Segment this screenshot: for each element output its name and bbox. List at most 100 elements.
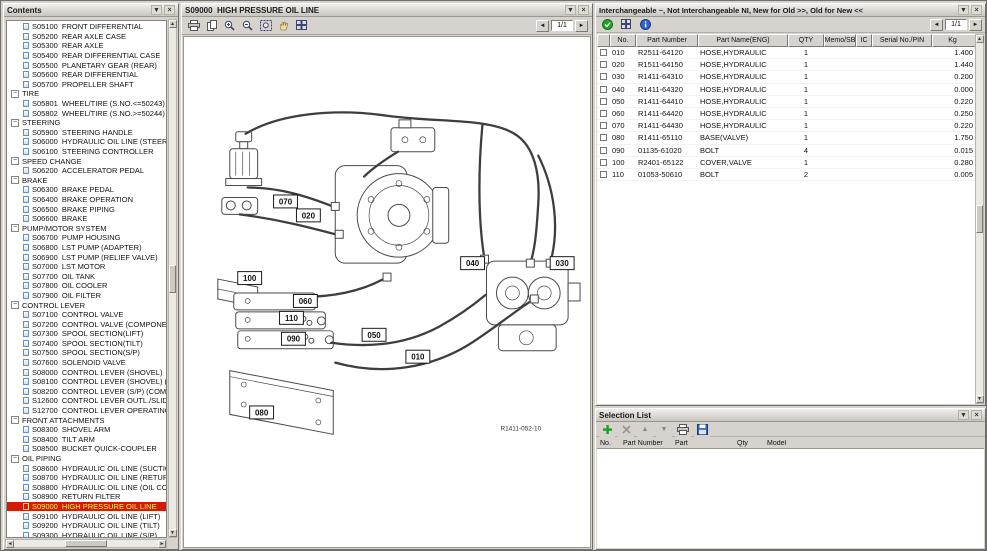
printer-icon[interactable] (675, 422, 691, 437)
scroll-right-icon[interactable]: ► (158, 540, 166, 548)
tree-item-s08500[interactable]: S08500BUCKET QUICK-COUPLER (7, 444, 166, 454)
tree-item-s05900[interactable]: S05900STEERING HANDLE (7, 128, 166, 138)
callout-020[interactable]: 020 (296, 209, 320, 222)
tree-item-s06700[interactable]: S06700PUMP HOUSING (7, 233, 166, 243)
tree-item-s08300[interactable]: S08300SHOVEL ARM (7, 425, 166, 435)
pin-icon[interactable]: ▼ (958, 5, 969, 15)
scroll-down-icon[interactable]: ▼ (169, 529, 177, 537)
tree-item-s09200[interactable]: S09200HYDRAULIC OIL LINE (TILT) (7, 521, 166, 531)
tree-item-s12700[interactable]: S12700CONTROL LEVER OPERATING (7, 406, 166, 416)
tree-item-s07800[interactable]: S07800OIL COOLER (7, 281, 166, 291)
tree-item-s06200[interactable]: S06200ACCELERATOR PEDAL (7, 166, 166, 176)
row-checkbox[interactable] (600, 49, 607, 56)
close-icon[interactable]: × (578, 5, 589, 15)
zoom-out-icon[interactable] (240, 18, 256, 33)
tree-item-s05600[interactable]: S05600REAR DIFFERENTIAL (7, 70, 166, 80)
close-icon[interactable]: × (971, 410, 982, 420)
scroll-up-icon[interactable]: ▲ (976, 35, 984, 43)
scroll-thumb[interactable] (976, 205, 983, 233)
prev-page-icon[interactable]: ◄ (930, 19, 943, 31)
tree-item-s06800[interactable]: S06800LST PUMP (ADAPTER) (7, 243, 166, 253)
collapse-icon[interactable]: − (11, 176, 19, 184)
parts-row-100[interactable]: 100R2401-65122COVER,VALVE10.280 (597, 157, 975, 169)
parts-row-080[interactable]: 080R1411-65110BASE(VALVE)11.750 (597, 132, 975, 144)
parts-vertical-scrollbar[interactable]: ▲ ▼ (975, 34, 984, 404)
tree-item-s07000[interactable]: S07000LST MOTOR (7, 262, 166, 272)
tree-item-s08100[interactable]: S08100CONTROL LEVER (SHOVEL) (CO (7, 377, 166, 387)
tree-item-s09100[interactable]: S09100HYDRAULIC OIL LINE (LIFT) (7, 511, 166, 521)
move-up-icon[interactable]: ▲ (637, 422, 653, 437)
parts-row-030[interactable]: 030R1411-64310HOSE,HYDRAULIC10.200 (597, 71, 975, 83)
scroll-thumb[interactable] (65, 540, 107, 547)
callout-100[interactable]: 100 (238, 272, 262, 285)
scroll-left-icon[interactable]: ◄ (6, 540, 14, 548)
tree-item-s07700[interactable]: S07700OIL TANK (7, 271, 166, 281)
collapse-icon[interactable]: − (11, 157, 19, 165)
parts-row-020[interactable]: 020R1511-64150HOSE,HYDRAULIC11.440 (597, 59, 975, 71)
collapse-icon[interactable]: − (11, 90, 19, 98)
parts-row-040[interactable]: 040R1411-64320HOSE,HYDRAULIC10.000 (597, 84, 975, 96)
tree-item-s05500[interactable]: S05500PLANETARY GEAR (REAR) (7, 60, 166, 70)
parts-row-070[interactable]: 070R1411-64430HOSE,HYDRAULIC10.220 (597, 120, 975, 132)
pin-icon[interactable]: ▼ (565, 5, 576, 15)
callout-050[interactable]: 050 (362, 328, 386, 341)
save-icon[interactable] (694, 422, 710, 437)
tree-item-s08900[interactable]: S08900RETURN FILTER (7, 492, 166, 502)
tree-item-s05100[interactable]: S05100FRONT DIFFERENTIAL (7, 22, 166, 32)
parts-col-ic[interactable]: IC (856, 34, 872, 47)
pin-icon[interactable]: ▼ (958, 410, 969, 420)
parts-col-kg[interactable]: Kg (932, 34, 977, 47)
parts-col-part-name[interactable]: Part Name(ENG) (698, 34, 788, 47)
callout-060[interactable]: 060 (293, 294, 317, 307)
callout-010[interactable]: 010 (406, 350, 430, 363)
callout-110[interactable]: 110 (280, 311, 304, 324)
tree-item-s06500[interactable]: S06500BRAKE PIPING (7, 204, 166, 214)
tree-group-steering[interactable]: −STEERING (7, 118, 166, 128)
parts-col-part-number[interactable]: Part Number (636, 34, 698, 47)
pan-icon[interactable] (276, 18, 292, 33)
tree-item-s08000[interactable]: S08000CONTROL LEVER (SHOVEL) (7, 367, 166, 377)
tree-group-oil-piping[interactable]: −OIL PIPING (7, 454, 166, 464)
row-checkbox[interactable] (600, 86, 607, 93)
tree-group-control-lever[interactable]: −CONTROL LEVER (7, 300, 166, 310)
chevron-down-icon[interactable]: ▼ (151, 5, 162, 15)
parts-col-qty[interactable]: QTY (788, 34, 824, 47)
tree-item-s05300[interactable]: S05300REAR AXLE (7, 41, 166, 51)
scroll-thumb[interactable] (169, 265, 176, 293)
tree-item-s05801[interactable]: S05801WHEEL/TIRE (S.NO.<=50243) (7, 99, 166, 109)
row-checkbox[interactable] (600, 134, 607, 141)
tree-item-s09300[interactable]: S09300HYDRAULIC OIL LINE (S/P) (7, 530, 166, 538)
tree-item-s08800[interactable]: S08800HYDRAULIC OIL LINE (OIL COOL (7, 483, 166, 493)
callout-030[interactable]: 030 (550, 257, 574, 270)
selection-col-part[interactable]: Part (675, 440, 737, 447)
collapse-icon[interactable]: − (11, 301, 19, 309)
tree-item-s07900[interactable]: S07900OIL FILTER (7, 291, 166, 301)
diagram-canvas[interactable]: R1411-052-10 070020100060110090080040030… (183, 36, 591, 548)
scroll-down-icon[interactable]: ▼ (976, 395, 984, 403)
tree-item-s07400[interactable]: S07400SPOOL SECTION(TILT) (7, 339, 166, 349)
parts-row-110[interactable]: 11001053-50610BOLT20.005 (597, 169, 975, 181)
tree-vertical-scrollbar[interactable]: ▲ ▼ (168, 19, 177, 538)
parts-col-serial[interactable]: Serial No./PIN (872, 34, 932, 47)
collapse-icon[interactable]: − (11, 224, 19, 232)
close-icon[interactable]: × (971, 5, 982, 15)
tree-item-s07100[interactable]: S07100CONTROL VALVE (7, 310, 166, 320)
grid-icon[interactable] (294, 18, 310, 33)
scroll-up-icon[interactable]: ▲ (169, 20, 177, 28)
tree-horizontal-scrollbar[interactable]: ◄ ► (5, 539, 167, 548)
tree-item-s06600[interactable]: S06600BRAKE (7, 214, 166, 224)
tree-item-s05802[interactable]: S05802WHEEL/TIRE (S.NO.>=50244) (7, 108, 166, 118)
row-checkbox[interactable] (600, 159, 607, 166)
tree-group-pump-motor-system[interactable]: −PUMP/MOTOR SYSTEM (7, 223, 166, 233)
tree-item-s05200[interactable]: S05200REAR AXLE CASE (7, 32, 166, 42)
zoom-fit-icon[interactable] (258, 18, 274, 33)
callout-070[interactable]: 070 (274, 195, 298, 208)
collapse-icon[interactable]: − (11, 416, 19, 424)
parts-row-060[interactable]: 060R1411-64420HOSE,HYDRAULIC10.250 (597, 108, 975, 120)
tree-item-s07300[interactable]: S07300SPOOL SECTION(LIFT) (7, 329, 166, 339)
row-checkbox[interactable] (600, 73, 607, 80)
remove-icon[interactable] (618, 422, 634, 437)
selection-col-part-number[interactable]: Part Number (623, 440, 675, 447)
tree-item-s06100[interactable]: S06100STEERING CONTROLLER (7, 147, 166, 157)
confirm-icon[interactable] (599, 17, 615, 32)
